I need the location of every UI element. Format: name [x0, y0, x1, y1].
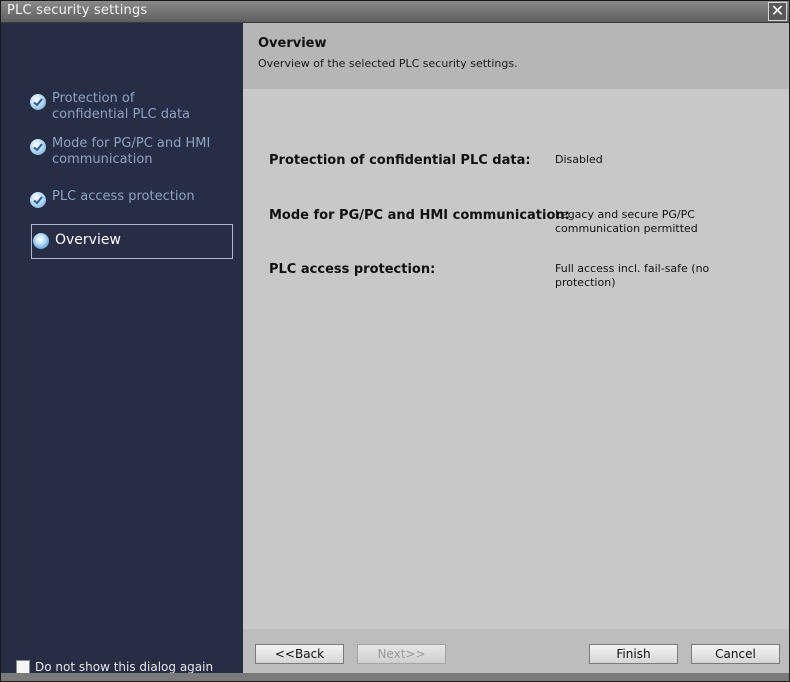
plc-security-dialog: PLC security settings ✕ Protection of con… — [0, 0, 790, 682]
check-icon — [30, 94, 46, 110]
summary-value: Full access incl. fail-safe (no protectio… — [555, 262, 710, 289]
wizard-sidebar: Protection of confidential PLC data Mode … — [2, 23, 242, 674]
title-bar[interactable]: PLC security settings ✕ — [1, 1, 789, 23]
step-overview[interactable]: Overview — [31, 224, 233, 259]
summary-key: Mode for PG/PC and HMI communication: — [269, 208, 570, 223]
window-title: PLC security settings — [7, 3, 148, 18]
step-label: PLC access protection — [52, 189, 195, 204]
finish-button[interactable]: Finish — [589, 644, 678, 664]
summary-value: Legacy and secure PG/PC communication per… — [555, 208, 698, 235]
content-panel: Overview Overview of the selected PLC se… — [243, 23, 789, 629]
check-icon — [30, 139, 46, 155]
step-mode-pgpc-hmi[interactable]: Mode for PG/PC and HMI communication — [30, 136, 232, 168]
content-header: Overview Overview of the selected PLC se… — [243, 23, 789, 89]
next-button[interactable]: Next>> — [357, 644, 446, 664]
close-icon: ✕ — [770, 1, 785, 20]
page-subtitle: Overview of the selected PLC security se… — [258, 57, 518, 70]
summary-value: Disabled — [555, 153, 603, 166]
dont-show-again-checkbox[interactable] — [16, 660, 30, 674]
dont-show-again-label: Do not show this dialog again — [35, 660, 214, 674]
summary-key: Protection of confidential PLC data: — [269, 153, 531, 168]
step-label: Mode for PG/PC and HMI communication — [52, 136, 211, 167]
dont-show-again-option[interactable]: Do not show this dialog again — [16, 660, 213, 674]
bottom-border — [1, 673, 789, 681]
step-protection-confidential[interactable]: Protection of confidential PLC data — [30, 91, 232, 123]
check-icon — [30, 192, 46, 208]
step-label: Protection of confidential PLC data — [52, 91, 191, 122]
cancel-button[interactable]: Cancel — [691, 644, 780, 664]
summary-key: PLC access protection: — [269, 262, 436, 277]
page-title: Overview — [258, 36, 327, 51]
back-button[interactable]: <<Back — [255, 644, 344, 664]
step-plc-access-protection[interactable]: PLC access protection — [30, 189, 232, 208]
close-button[interactable]: ✕ — [768, 2, 787, 21]
step-label: Overview — [55, 232, 121, 248]
current-step-icon — [33, 233, 49, 249]
button-bar: <<Back Next>> Finish Cancel — [243, 629, 789, 673]
